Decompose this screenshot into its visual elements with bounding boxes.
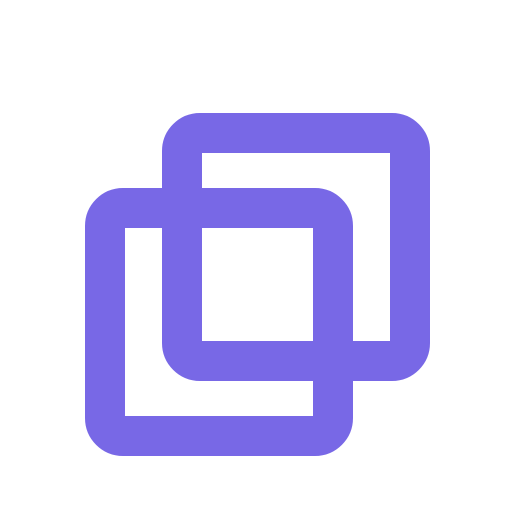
canvas xyxy=(0,0,512,512)
copy-icon xyxy=(85,113,430,456)
icon-container xyxy=(0,0,512,512)
copy-front-square xyxy=(85,188,353,456)
copy-back-square xyxy=(162,113,430,381)
